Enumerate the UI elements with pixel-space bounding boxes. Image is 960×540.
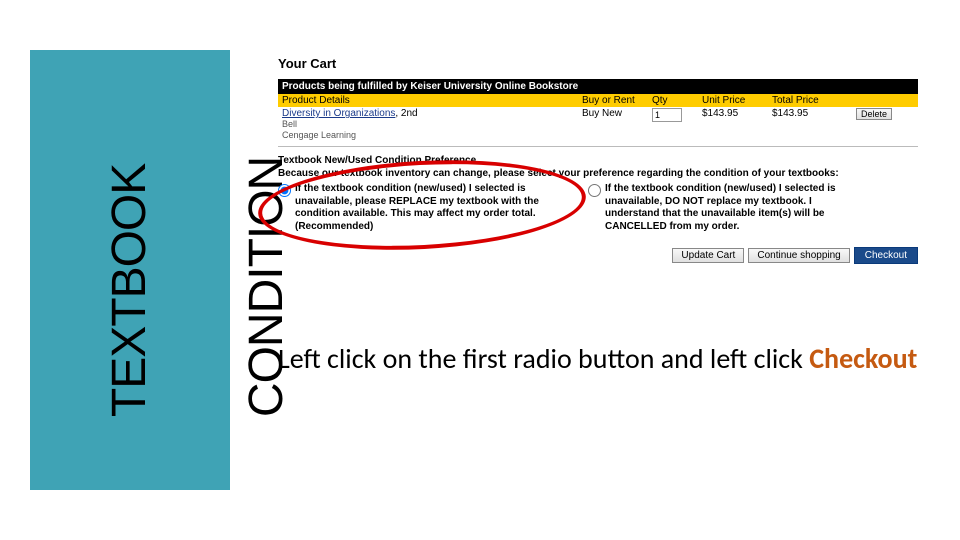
item-unit-price: $143.95 xyxy=(702,108,772,119)
pref-option-replace-text: If the textbook condition (new/used) I s… xyxy=(295,183,558,233)
instruction-text: Left click on the first radio button and… xyxy=(278,342,918,376)
pref-radio-cancel[interactable] xyxy=(588,184,601,197)
item-author: Bell xyxy=(282,119,297,129)
pref-option-cancel-text: If the textbook condition (new/used) I s… xyxy=(605,183,868,233)
item-publisher: Cengage Learning xyxy=(282,130,356,140)
pref-options: If the textbook condition (new/used) I s… xyxy=(278,183,918,233)
item-qty-cell xyxy=(652,108,702,122)
col-header-unit: Unit Price xyxy=(702,95,772,106)
checkout-button[interactable]: Checkout xyxy=(854,247,918,264)
item-total-price: $143.95 xyxy=(772,108,842,119)
slide: BOOKSTORE TEXTBOOK CONDITION Your Cart P… xyxy=(0,0,960,540)
pref-heading: Textbook New/Used Condition Preference xyxy=(278,155,918,166)
cart-header-row: Product Details Buy or Rent Qty Unit Pri… xyxy=(278,94,918,107)
pref-radio-replace[interactable] xyxy=(278,184,291,197)
item-delete-cell: Delete xyxy=(842,108,892,120)
continue-shopping-button[interactable]: Continue shopping xyxy=(748,248,849,263)
fulfillment-bar: Products being fulfilled by Keiser Unive… xyxy=(278,79,918,94)
item-details: Diversity in Organizations, 2nd Bell Cen… xyxy=(282,108,582,141)
sidebar-line1: BOOKSTORE xyxy=(0,123,16,417)
cart-buttons: Update Cart Continue shopping Checkout xyxy=(278,247,918,264)
cart-title: Your Cart xyxy=(278,56,918,71)
delete-button[interactable]: Delete xyxy=(856,108,892,120)
item-buyorrent: Buy New xyxy=(582,108,652,119)
col-header-delete xyxy=(842,95,892,106)
instruction-pre: Left click on the first radio button and… xyxy=(278,341,809,376)
cart-item-row: Diversity in Organizations, 2nd Bell Cen… xyxy=(278,107,918,142)
instruction-checkout: Checkout xyxy=(809,341,917,376)
sidebar-line2: TEXTBOOK xyxy=(107,123,153,417)
col-header-qty: Qty xyxy=(652,95,702,106)
item-title-link[interactable]: Diversity in Organizations xyxy=(282,108,395,119)
qty-input[interactable] xyxy=(652,108,682,122)
item-edition: , 2nd xyxy=(395,108,417,119)
update-cart-button[interactable]: Update Cart xyxy=(672,248,744,263)
col-header-details: Product Details xyxy=(282,95,582,106)
col-header-total: Total Price xyxy=(772,95,842,106)
col-header-buyorrent: Buy or Rent xyxy=(582,95,652,106)
sidebar-block: BOOKSTORE TEXTBOOK CONDITION xyxy=(30,50,230,490)
pref-option-cancel[interactable]: If the textbook condition (new/used) I s… xyxy=(588,183,868,233)
cart-panel: Your Cart Products being fulfilled by Ke… xyxy=(278,56,918,264)
pref-option-replace[interactable]: If the textbook condition (new/used) I s… xyxy=(278,183,558,233)
divider xyxy=(278,146,918,147)
pref-note: Because our textbook inventory can chang… xyxy=(278,168,918,179)
